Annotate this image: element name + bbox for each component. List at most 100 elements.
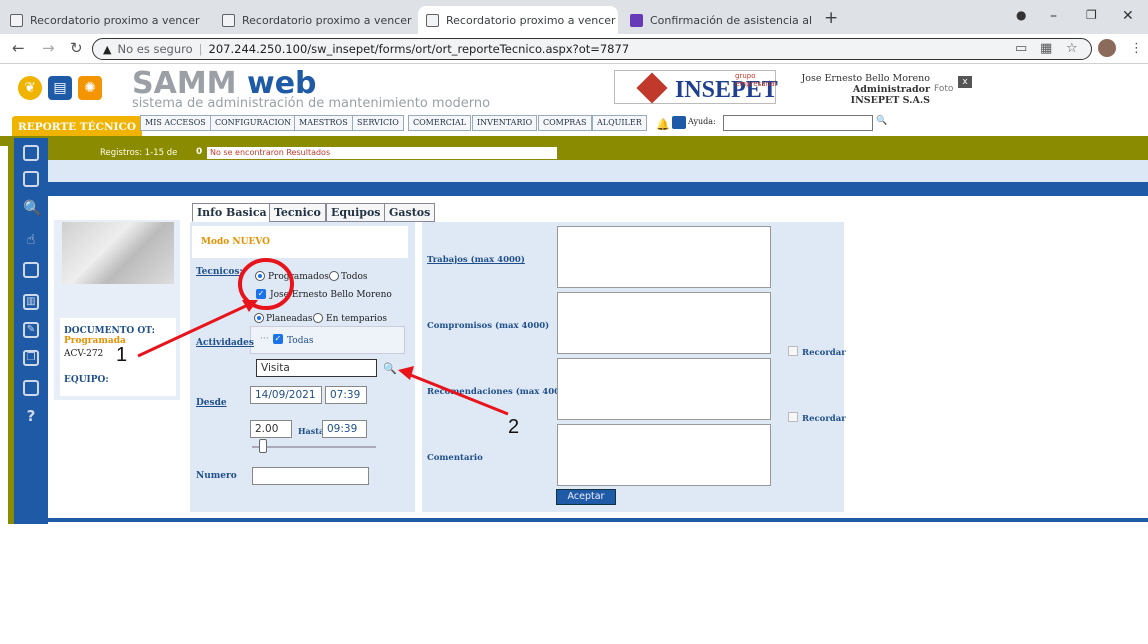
copy-icon[interactable]: ❐ xyxy=(23,350,39,366)
forms-favicon-icon xyxy=(630,13,643,27)
user-name: Jose Ernesto Bello Moreno xyxy=(801,73,930,84)
radio-planeadas[interactable] xyxy=(254,313,264,323)
menu-configuracion[interactable]: CONFIGURACION xyxy=(210,115,297,131)
forward-icon[interactable]: → xyxy=(42,39,55,57)
hasta-label: Hasta xyxy=(298,426,325,436)
numero-label: Numero xyxy=(196,471,237,481)
tab-tecnico[interactable]: Tecnico xyxy=(269,203,326,222)
tab-gastos[interactable]: Gastos xyxy=(384,203,436,222)
edit-icon[interactable]: ✎ xyxy=(23,322,39,338)
help-icon[interactable]: ? xyxy=(23,409,39,426)
qr-icon[interactable]: ▦ xyxy=(1040,41,1052,56)
search-icon[interactable]: 🔍 xyxy=(876,116,887,126)
leaf-icon[interactable]: ❦ xyxy=(18,76,42,100)
profile-indicator-icon[interactable]: ● xyxy=(1016,8,1026,22)
search-icon[interactable]: 🔍 xyxy=(23,201,42,218)
company-tag: grupo empresarial xyxy=(735,72,777,88)
activity-input[interactable]: Visita xyxy=(256,359,377,377)
recordar-checkbox-1[interactable] xyxy=(788,346,798,356)
duration-slider-track xyxy=(252,446,376,448)
records-label: Registros: 1-15 de xyxy=(100,148,178,158)
printer-icon[interactable] xyxy=(23,262,39,278)
duration-slider-handle[interactable] xyxy=(259,439,267,453)
browser-tab-2[interactable]: Recordatorio proximo a vencer ✕ xyxy=(214,6,414,34)
radio-programados[interactable] xyxy=(255,271,265,281)
warning-icon: ▲ xyxy=(103,42,112,56)
recordar-checkbox-2[interactable] xyxy=(788,412,798,422)
recomendaciones-textarea[interactable] xyxy=(557,358,771,420)
tab-close-icon[interactable]: ✕ xyxy=(412,13,414,28)
back-icon[interactable]: ← xyxy=(12,39,25,57)
search-icon[interactable]: 🔍 xyxy=(383,362,397,375)
reload-icon[interactable]: ↻ xyxy=(70,39,83,57)
help-input[interactable] xyxy=(723,115,873,131)
hand-icon[interactable]: ☝ xyxy=(23,233,39,250)
doc-code: ACV-272 xyxy=(64,349,104,359)
menu-kebab-icon[interactable]: ⋮ xyxy=(1130,41,1143,56)
user-info: Jose Ernesto Bello Moreno Administrador … xyxy=(780,73,930,106)
browser-tab-bar: Recordatorio proximo a vencer ✕ Recordat… xyxy=(0,0,1148,34)
todas-checkbox[interactable]: ✓ xyxy=(273,334,283,344)
time-from-input[interactable]: 07:39 xyxy=(325,386,367,404)
actividades-label: Actividades xyxy=(196,338,254,348)
close-icon[interactable]: x xyxy=(958,76,972,88)
menu-comercial[interactable]: COMERCIAL xyxy=(408,115,472,131)
menu-compras[interactable]: COMPRAS xyxy=(538,115,592,131)
technician-checkbox[interactable]: ✓ xyxy=(256,289,266,299)
date-input[interactable]: 14/09/2021 xyxy=(250,386,322,404)
records-message: No se encontraron Resultados xyxy=(207,147,557,159)
page-favicon-icon xyxy=(10,13,23,27)
equipment-image xyxy=(62,222,174,284)
document-icon[interactable]: ▤ xyxy=(48,76,72,100)
doc-label: DOCUMENTO OT: xyxy=(64,326,155,336)
time-to-input[interactable]: 09:39 xyxy=(322,420,367,438)
menu-alquiler[interactable]: ALQUILER xyxy=(592,115,647,131)
building-icon[interactable]: ▥ xyxy=(23,294,39,310)
separator: | xyxy=(198,42,203,56)
save-icon[interactable] xyxy=(23,171,39,187)
film-icon[interactable] xyxy=(23,380,39,396)
radio-temparios[interactable] xyxy=(313,313,323,323)
tab-close-icon[interactable]: ✕ xyxy=(200,13,209,28)
radio-temparios-label: En temparios xyxy=(326,314,388,324)
tecnicos-label: Tecnicos: xyxy=(196,267,243,277)
browser-tab-4[interactable]: Confirmación de asistencia al ev ✕ xyxy=(622,6,814,34)
browser-tab-3-active[interactable]: Recordatorio proximo a vencer ✕ xyxy=(418,6,618,34)
radio-todos-label: Todos xyxy=(341,272,368,282)
duration-input[interactable]: 2.00 xyxy=(250,420,292,438)
tab-close-icon[interactable]: ✕ xyxy=(616,13,618,28)
section-title: REPORTE TÉCNICO xyxy=(12,116,142,138)
cast-icon[interactable]: ▭ xyxy=(1015,41,1027,56)
accept-button[interactable]: Aceptar xyxy=(556,489,616,505)
new-tab-button[interactable]: + xyxy=(824,8,838,28)
tab-info-basica[interactable]: Info Basica xyxy=(192,203,272,222)
address-bar: ← → ↻ ▲ No es seguro | 207.244.250.100/s… xyxy=(0,34,1148,64)
minimize-icon[interactable]: – xyxy=(1050,8,1057,24)
menu-maestros[interactable]: MAESTROS xyxy=(294,115,353,131)
browser-tab-1[interactable]: Recordatorio proximo a vencer ✕ xyxy=(2,6,208,34)
new-document-icon[interactable] xyxy=(23,145,39,161)
menu-servicio[interactable]: SERVICIO xyxy=(352,115,404,131)
gear-icon[interactable]: ✺ xyxy=(78,76,102,100)
menu-inventario[interactable]: INVENTARIO xyxy=(472,115,538,131)
comentario-textarea[interactable] xyxy=(557,424,771,486)
avatar[interactable] xyxy=(1098,39,1116,57)
bookmark-star-icon[interactable]: ☆ xyxy=(1066,41,1078,56)
restore-icon[interactable]: ❐ xyxy=(1086,8,1097,22)
window-close-icon[interactable]: ✕ xyxy=(1122,8,1134,24)
compromisos-textarea[interactable] xyxy=(557,292,771,354)
trabajos-textarea[interactable] xyxy=(557,226,771,288)
calendar-icon[interactable] xyxy=(672,116,686,129)
url-input[interactable]: ▲ No es seguro | 207.244.250.100/sw_inse… xyxy=(92,38,1092,60)
menu-mis-accesos[interactable]: MIS ACCESOS xyxy=(140,115,211,131)
bottom-divider xyxy=(48,518,1148,522)
numero-input[interactable] xyxy=(252,467,369,485)
bell-icon[interactable]: 🔔 xyxy=(656,118,670,131)
app-subtitle: sistema de administración de mantenimien… xyxy=(132,96,491,111)
tab-equipos[interactable]: Equipos xyxy=(326,203,386,222)
tree-connector: ··· xyxy=(260,334,269,344)
radio-programados-label: Programados xyxy=(268,272,329,282)
help-label: Ayuda: xyxy=(688,117,716,126)
trabajos-label: Trabajos (max 4000) xyxy=(427,255,525,265)
radio-todos[interactable] xyxy=(329,271,339,281)
